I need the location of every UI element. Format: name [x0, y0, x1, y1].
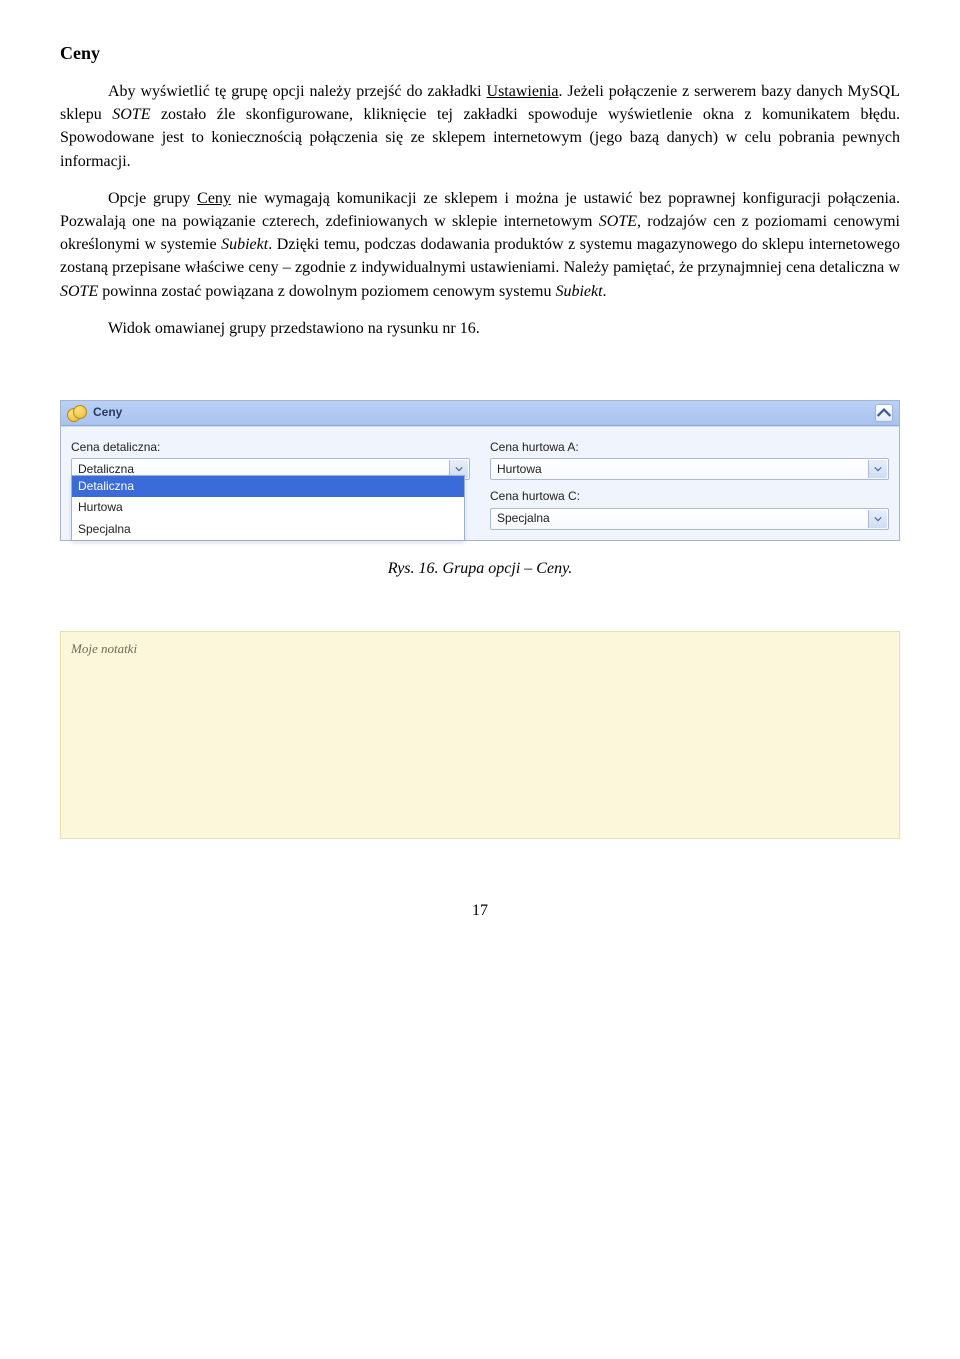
page-number: 17: [60, 899, 900, 922]
panel-body: Cena detaliczna: Detaliczna Cena hurtowa…: [61, 426, 899, 540]
text: .: [603, 283, 607, 300]
chevron-up-icon: [876, 408, 892, 418]
chevron-down-icon: [874, 466, 882, 472]
collapse-button[interactable]: [875, 404, 893, 422]
notes-box: Moje notatki: [60, 631, 900, 840]
panel-title: Ceny: [93, 404, 122, 421]
text-underline: Ceny: [197, 190, 231, 207]
notes-title: Moje notatki: [71, 640, 889, 659]
dropdown-option[interactable]: Specjalna: [72, 519, 464, 540]
text-italic: SOTE: [60, 283, 98, 300]
retail-dropdown-list[interactable]: Detaliczna Hurtowa Specjalna: [71, 475, 465, 541]
paragraph-3: Widok omawianej grupy przedstawiono na r…: [60, 317, 900, 340]
paragraph-2: Opcje grupy Ceny nie wymagają komunikacj…: [60, 187, 900, 303]
chevron-down-icon: [455, 466, 463, 472]
text-italic: Subiekt: [221, 236, 268, 253]
paragraph-1: Aby wyświetlić tę grupę opcji należy prz…: [60, 80, 900, 173]
chevron-down-icon: [874, 516, 882, 522]
text: Aby wyświetlić tę grupę opcji należy prz…: [108, 83, 487, 100]
text-italic: Subiekt: [555, 283, 602, 300]
label-wholesale-a: Cena hurtowa A:: [490, 439, 889, 456]
combo-value: Hurtowa: [497, 461, 542, 478]
text: zostało źle skonfigurowane, kliknięcie t…: [60, 106, 900, 169]
dropdown-arrow-button[interactable]: [868, 510, 887, 528]
figure-16: Ceny Cena detaliczna: Detaliczna: [60, 400, 900, 581]
label-retail-price: Cena detaliczna:: [71, 439, 470, 456]
combo-wholesale-c[interactable]: Specjalna: [490, 508, 889, 530]
coins-icon: [67, 405, 87, 421]
text: powinna zostać powiązana z dowolnym pozi…: [98, 283, 555, 300]
dropdown-arrow-button[interactable]: [868, 460, 887, 478]
dropdown-option[interactable]: Detaliczna: [72, 476, 464, 497]
combo-value: Specjalna: [497, 510, 550, 527]
panel-header: Ceny: [61, 401, 899, 426]
figure-caption: Rys. 16. Grupa opcji – Ceny.: [60, 557, 900, 580]
label-wholesale-c: Cena hurtowa C:: [490, 488, 889, 505]
section-heading: Ceny: [60, 40, 900, 66]
text: Opcje grupy: [108, 190, 197, 207]
text-italic: SOTE: [599, 213, 637, 230]
text-italic: SOTE: [112, 106, 150, 123]
dropdown-option[interactable]: Hurtowa: [72, 497, 464, 518]
link-ustawienia: Ustawienia: [487, 83, 559, 100]
combo-wholesale-a[interactable]: Hurtowa: [490, 458, 889, 480]
prices-panel: Ceny Cena detaliczna: Detaliczna: [60, 400, 900, 541]
